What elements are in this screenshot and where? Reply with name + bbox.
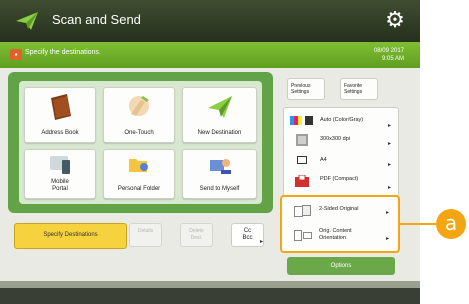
specify-destinations-button[interactable]: Specify Destinations — [14, 223, 127, 249]
format-setting[interactable]: PDF (Compact) ▸ — [284, 172, 398, 194]
chevron-icon: ▸ — [388, 141, 392, 147]
bottom-strip — [0, 281, 420, 304]
send-to-myself-icon — [209, 159, 231, 174]
chevron-icon: ▸ — [388, 162, 392, 168]
resolution-value: 300x300 dpi — [320, 136, 350, 142]
chevron-icon: ▸ — [388, 185, 392, 191]
personal-folder-button[interactable]: Personal Folder — [103, 149, 175, 199]
title-bar: Scan and Send ⚙ — [0, 0, 420, 42]
info-bar: ▪ Specify the destinations. 08/09 2017 9… — [0, 42, 420, 68]
resolution-icon — [296, 134, 308, 146]
cc-chevron-icon: ▸ — [260, 239, 264, 245]
color-value: Auto (Color/Gray) — [320, 117, 364, 123]
date-text: 08/09 2017 — [373, 48, 404, 54]
mobile-portal-icon — [50, 156, 70, 174]
two-sided-icon — [294, 205, 311, 217]
window-title: Scan and Send — [52, 12, 141, 27]
callout-badge: a — [436, 209, 466, 239]
one-touch-button[interactable]: One-Touch — [103, 87, 175, 143]
new-destination-icon — [207, 96, 232, 118]
datetime: 08/09 2017 9:05 AM — [356, 47, 404, 63]
paper-size-icon — [297, 156, 307, 164]
chevron-icon: ▸ — [386, 236, 390, 242]
mobile-portal-button[interactable]: Mobile Portal — [24, 149, 96, 199]
settings-panel: Auto (Color/Gray) ▸ 300x300 dpi ▸ A4 ▸ P… — [283, 107, 399, 197]
address-book-label: Address Book — [41, 130, 79, 136]
orientation-value: Orig. Content Orientation — [319, 228, 352, 241]
one-touch-icon — [129, 96, 149, 116]
favorite-settings-button[interactable]: Favorite Settings — [340, 78, 378, 100]
scan-send-screen: Scan and Send ⚙ ▪ Specify the destinatio… — [0, 0, 420, 304]
details-button[interactable]: Details — [129, 223, 162, 247]
new-destination-label: New Destination — [197, 130, 242, 136]
info-message: Specify the destinations. — [25, 49, 101, 56]
destination-panel: Address Book One-Touch New Destination M… — [8, 72, 273, 213]
time-text: 9:05 AM — [381, 56, 404, 62]
options-button[interactable]: Options — [287, 257, 395, 275]
mobile-portal-label: Mobile Portal — [51, 179, 69, 192]
personal-folder-label: Personal Folder — [117, 186, 161, 192]
send-to-myself-label: Send to Myself — [199, 186, 240, 192]
orientation-icon — [294, 230, 312, 241]
pdf-icon — [295, 175, 309, 187]
highlighted-settings: 2-Sided Original ▸ Orig. Content Orienta… — [280, 195, 400, 253]
address-book-icon — [51, 94, 71, 120]
message-icon: ▪ — [10, 49, 22, 60]
callout-line — [400, 223, 436, 225]
two-sided-original-setting[interactable]: 2-Sided Original ▸ — [286, 200, 394, 224]
paper-plane-icon — [16, 12, 38, 30]
chevron-icon: ▸ — [386, 210, 390, 216]
status-area — [0, 288, 420, 304]
previous-settings-button[interactable]: Previous Settings — [287, 78, 325, 100]
orientation-setting[interactable]: Orig. Content Orientation ▸ — [286, 225, 394, 249]
chevron-icon: ▸ — [388, 123, 392, 129]
address-book-button[interactable]: Address Book — [24, 87, 96, 143]
color-mode-icon — [290, 116, 313, 125]
destination-grid: Address Book One-Touch New Destination M… — [19, 81, 262, 204]
delete-dest-button[interactable]: Delete Dest. — [180, 223, 213, 247]
size-value: A4 — [320, 157, 327, 163]
new-destination-button[interactable]: New Destination — [182, 87, 257, 143]
two-sided-value: 2-Sided Original — [319, 206, 359, 212]
size-setting[interactable]: A4 ▸ — [284, 155, 398, 171]
gear-icon[interactable]: ⚙ — [383, 8, 407, 32]
format-value: PDF (Compact) — [320, 176, 359, 182]
personal-folder-icon — [129, 159, 148, 172]
send-to-myself-button[interactable]: Send to Myself — [182, 149, 257, 199]
resolution-setting[interactable]: 300x300 dpi ▸ — [284, 132, 398, 152]
one-touch-label: One-Touch — [124, 130, 154, 136]
color-setting[interactable]: Auto (Color/Gray) ▸ — [284, 114, 398, 134]
